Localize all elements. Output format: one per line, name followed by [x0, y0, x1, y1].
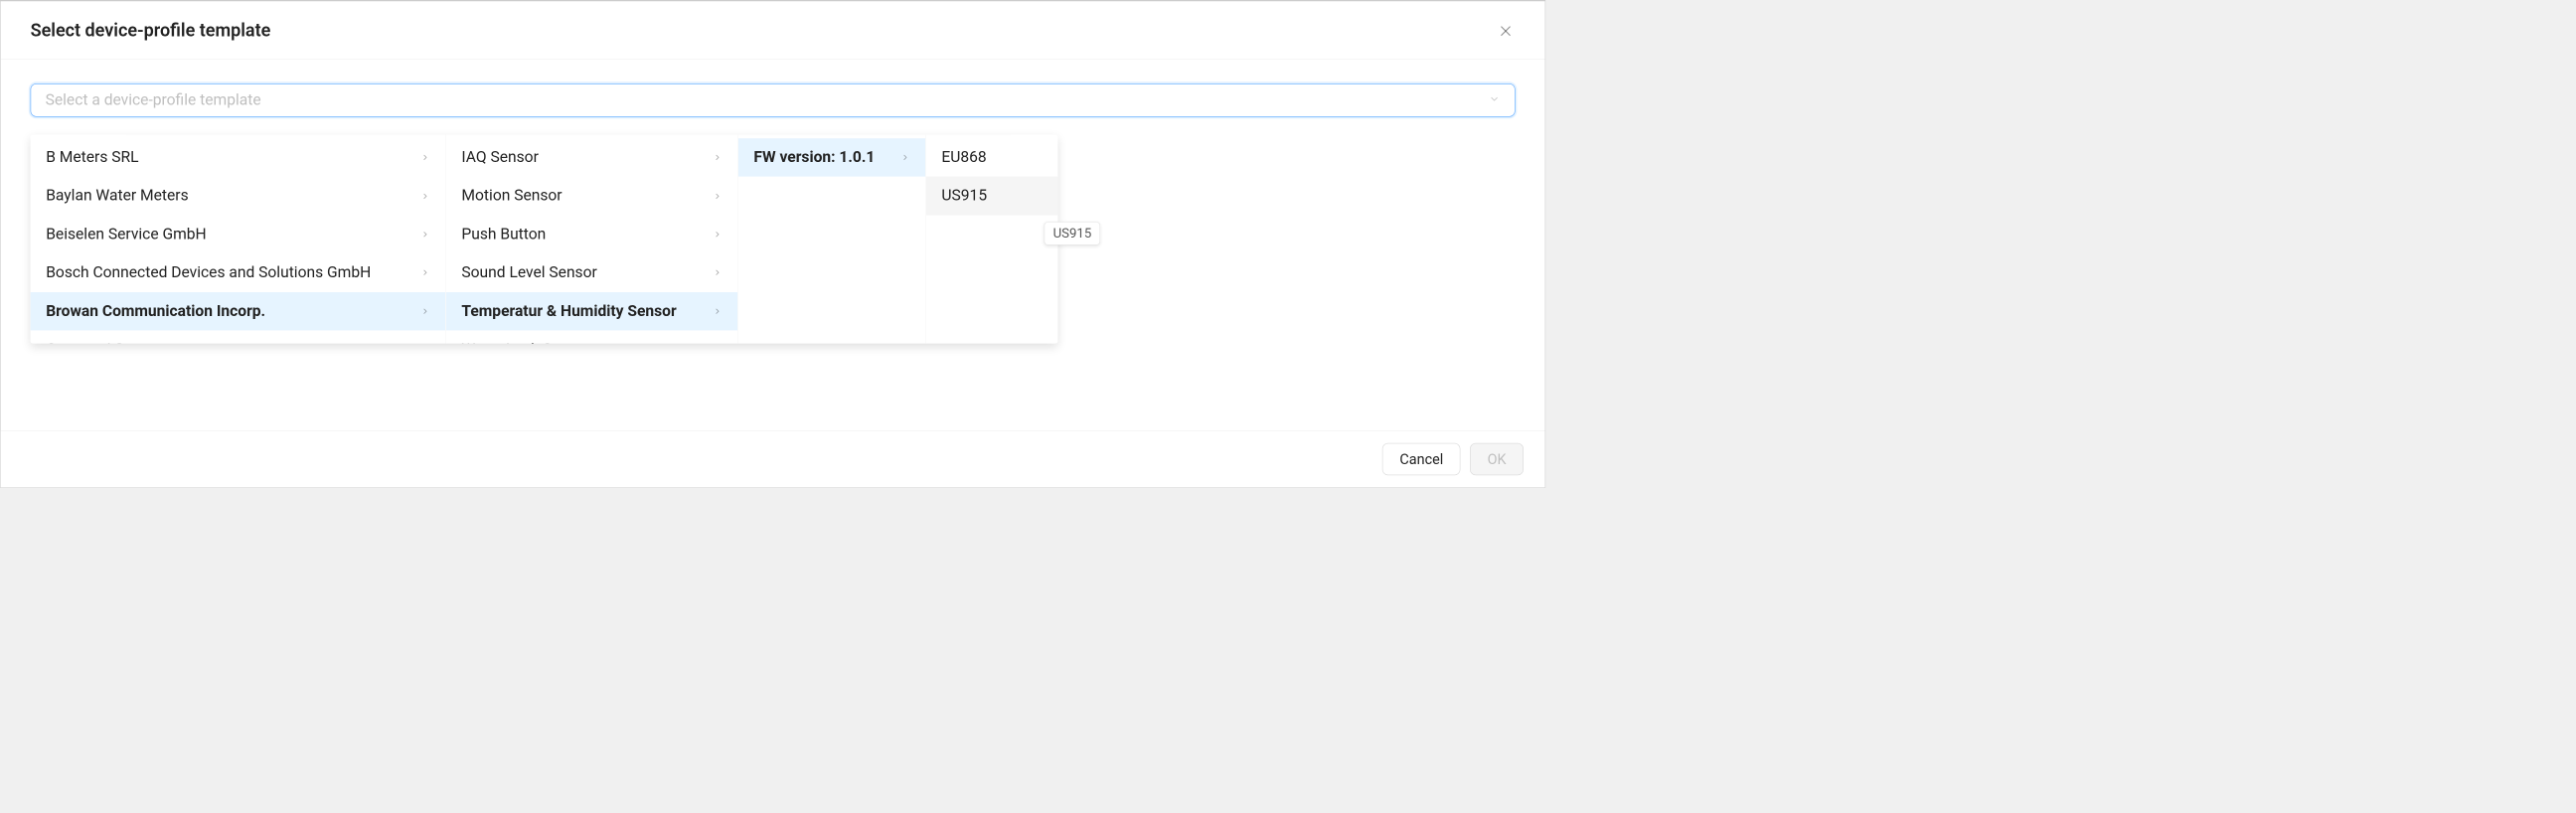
chevron-right-icon [713, 191, 723, 201]
cascader-placeholder: Select a device-profile template [46, 91, 261, 109]
device-label: Water Leak Sensor [461, 339, 590, 344]
device-item[interactable]: Water Leak Sensor [446, 330, 737, 343]
vendor-label: B Meters SRL [46, 147, 138, 169]
device-label: Sound Level Sensor [461, 262, 596, 284]
chevron-right-icon [420, 153, 430, 163]
device-item[interactable]: Sound Level Sensor [446, 253, 737, 292]
cascader-column-devices: IAQ Sensor Motion Sensor Push Button Sound … [445, 135, 737, 344]
close-icon [1498, 23, 1514, 39]
device-item[interactable]: Temperatur & Humidity Sensor [446, 292, 737, 331]
fw-item[interactable]: FW version: 1.0.1 [738, 138, 925, 177]
region-label: EU868 [941, 147, 986, 169]
chevron-right-icon [900, 153, 910, 163]
vendor-item[interactable]: Browan Communication Incorp. [31, 292, 446, 331]
device-label: Motion Sensor [461, 185, 562, 207]
fw-label: FW version: 1.0.1 [753, 147, 875, 169]
modal-footer: Cancel OK [1, 430, 1545, 487]
vendor-item[interactable]: Comtac AG [31, 330, 446, 343]
cascader-column-regions: EU868 US915 [925, 135, 1057, 344]
vendor-item[interactable]: Bosch Connected Devices and Solutions Gm… [31, 253, 446, 292]
chevron-down-icon [1489, 93, 1501, 107]
vendor-item[interactable]: B Meters SRL [31, 138, 446, 177]
device-item[interactable]: Push Button [446, 215, 737, 253]
vendor-label: Bosch Connected Devices and Solutions Gm… [46, 262, 371, 284]
device-label: Temperatur & Humidity Sensor [461, 300, 676, 322]
chevron-right-icon [713, 153, 723, 163]
tooltip: US915 [1045, 222, 1101, 244]
vendor-label: Browan Communication Incorp. [46, 300, 265, 322]
device-item[interactable]: Motion Sensor [446, 177, 737, 216]
vendor-item[interactable]: Beiselen Service GmbH [31, 215, 446, 253]
vendor-item[interactable]: Baylan Water Meters [31, 177, 446, 216]
cancel-button[interactable]: Cancel [1382, 443, 1461, 475]
region-item[interactable]: US915 [926, 177, 1058, 216]
close-button[interactable] [1496, 21, 1515, 40]
vendor-label: Comtac AG [46, 339, 124, 344]
ok-button[interactable]: OK [1470, 443, 1524, 475]
cascader-column-fw: FW version: 1.0.1 [737, 135, 925, 344]
chevron-right-icon [713, 230, 723, 240]
chevron-right-icon [420, 191, 430, 201]
select-template-modal: Select device-profile template Select a … [0, 0, 1545, 488]
cascader-dropdown: B Meters SRL Baylan Water Meters Beiselen … [31, 135, 1058, 344]
vendor-label: Beiselen Service GmbH [46, 224, 206, 245]
chevron-right-icon [420, 306, 430, 316]
modal-title: Select device-profile template [31, 20, 271, 41]
device-label: IAQ Sensor [461, 147, 538, 169]
device-item[interactable]: IAQ Sensor [446, 138, 737, 177]
region-item[interactable]: EU868 [926, 138, 1058, 177]
chevron-right-icon [420, 268, 430, 278]
modal-body: Select a device-profile template [1, 60, 1545, 117]
chevron-right-icon [713, 306, 723, 316]
template-cascader-input[interactable]: Select a device-profile template [31, 83, 1516, 117]
cascader-column-vendors: B Meters SRL Baylan Water Meters Beiselen … [31, 135, 446, 344]
device-label: Push Button [461, 224, 546, 245]
region-label: US915 [941, 185, 987, 207]
vendor-label: Baylan Water Meters [46, 185, 188, 207]
modal-header: Select device-profile template [1, 1, 1545, 60]
chevron-right-icon [713, 268, 723, 278]
chevron-right-icon [420, 230, 430, 240]
